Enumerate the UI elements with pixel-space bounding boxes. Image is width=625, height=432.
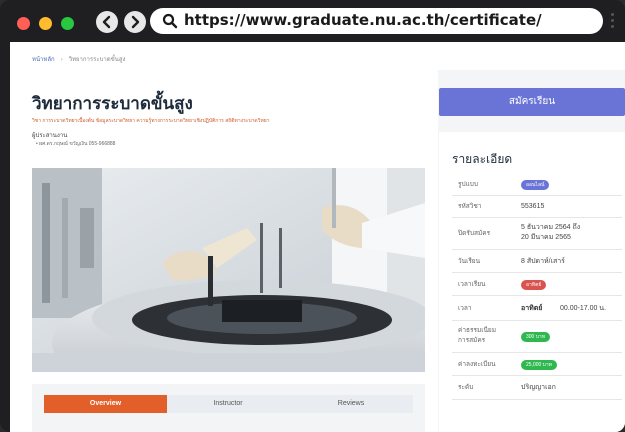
forward-arrow-icon[interactable] <box>124 11 146 33</box>
browser-window: https://www.graduate.nu.ac.th/certificat… <box>0 0 625 432</box>
detail-value: ปริญญาเอก <box>521 384 556 391</box>
course-tabs-panel: Overview Instructor Reviews <box>32 384 425 432</box>
detail-row-time: เวลา อาทิตย์ 00.00-17.00 น. <box>452 296 622 321</box>
breadcrumb-home-link[interactable]: หน้าหลัก <box>32 57 55 63</box>
enroll-button[interactable]: สมัครเรียน <box>439 88 625 116</box>
detail-label: รูปแบบ <box>458 181 479 188</box>
back-arrow-icon[interactable] <box>96 11 118 33</box>
detail-value: 553615 <box>521 203 545 210</box>
detail-row-study-days: วันเรียน 8 สัปดาห์/เสาร์ <box>452 250 622 273</box>
detail-value: 5 ธันวาคม 2564 ถึง <box>521 224 581 231</box>
details-title: รายละเอียด <box>452 152 513 166</box>
detail-label: เวลา <box>458 305 472 312</box>
day-badge: อาทิตย์ <box>521 280 547 290</box>
details-card: รายละเอียด รูปแบบ ออนไลน์ รหัสวิชา 55361… <box>439 132 625 432</box>
detail-label: ระดับ <box>458 384 474 391</box>
detail-row-level: ระดับ ปริญญาเอก <box>452 376 622 400</box>
detail-value: 20 มีนาคม 2565 <box>521 234 571 241</box>
breadcrumb-current: วิทยาการระบาดขั้นสูง <box>68 57 126 63</box>
tab-overview[interactable]: Overview <box>44 395 167 413</box>
detail-row-fee: ค่าธรรมเนียม การสมัคร 300 บาท <box>452 321 622 353</box>
fee-badge: 300 บาท <box>521 332 551 342</box>
maximize-window-button[interactable] <box>61 17 74 30</box>
detail-value: 8 สัปดาห์/เสาร์ <box>521 258 565 265</box>
detail-value-day: อาทิตย์ <box>521 305 543 312</box>
tab-reviews[interactable]: Reviews <box>289 395 413 413</box>
minimize-window-button[interactable] <box>39 17 52 30</box>
detail-label: เวลาเรียน <box>458 281 486 288</box>
detail-value-time: 00.00-17.00 น. <box>560 305 607 312</box>
detail-label: วันเรียน <box>458 258 481 265</box>
detail-row-format: รูปแบบ ออนไลน์ <box>452 174 622 196</box>
detail-row-course-code: รหัสวิชา 553615 <box>452 196 622 218</box>
detail-label: รหัสวิชา <box>458 203 482 210</box>
course-subtitle: วิชา การระบาดวิทยาเบื้องต้น ข้อมูลระบาดว… <box>32 118 270 124</box>
tab-instructor[interactable]: Instructor <box>167 395 289 413</box>
detail-row-tuition: ค่าลงทะเบียน 25,000 บาท <box>452 353 622 376</box>
page-title: วิทยาการระบาดขั้นสูง <box>32 94 193 114</box>
close-window-button[interactable] <box>17 17 30 30</box>
detail-row-day: เวลาเรียน อาทิตย์ <box>452 273 622 296</box>
course-main-column: วิทยาการระบาดขั้นสูง วิชา การระบาดวิทยาเ… <box>10 70 438 432</box>
detail-label: ปิดรับสมัคร <box>458 230 491 237</box>
detail-label: ค่าธรรมเนียม <box>458 327 496 334</box>
organizer-value: • ผศ.ดร.กฤษณ์ ขวัญเงิน 055-966888 <box>36 141 116 147</box>
search-icon <box>162 13 178 29</box>
tuition-badge: 25,000 บาท <box>521 360 557 370</box>
breadcrumb-separator: › <box>60 57 63 63</box>
web-page: หน้าหลัก › วิทยาการระบาดขั้นสูง วิทยาการระ… <box>10 42 625 432</box>
breadcrumb: หน้าหลัก › วิทยาการระบาดขั้นสูง <box>32 54 125 64</box>
organizer-label: ผู้ประสานงาน <box>32 133 68 139</box>
address-bar[interactable]: https://www.graduate.nu.ac.th/certificat… <box>150 8 603 34</box>
detail-row-enroll-period: ปิดรับสมัคร 5 ธันวาคม 2564 ถึง 20 มีนาคม… <box>452 218 622 250</box>
course-hero-image <box>32 168 425 372</box>
detail-label: การสมัคร <box>458 337 486 344</box>
browser-menu-icon[interactable] <box>611 13 615 31</box>
detail-label: ค่าลงทะเบียน <box>458 361 496 368</box>
course-sidebar: สมัครเรียน รายละเอียด รูปแบบ ออนไลน์ รหั… <box>438 70 625 432</box>
format-badge: ออนไลน์ <box>521 180 550 190</box>
browser-titlebar: https://www.graduate.nu.ac.th/certificat… <box>0 0 625 42</box>
url-text[interactable]: https://www.graduate.nu.ac.th/certificat… <box>184 11 542 29</box>
